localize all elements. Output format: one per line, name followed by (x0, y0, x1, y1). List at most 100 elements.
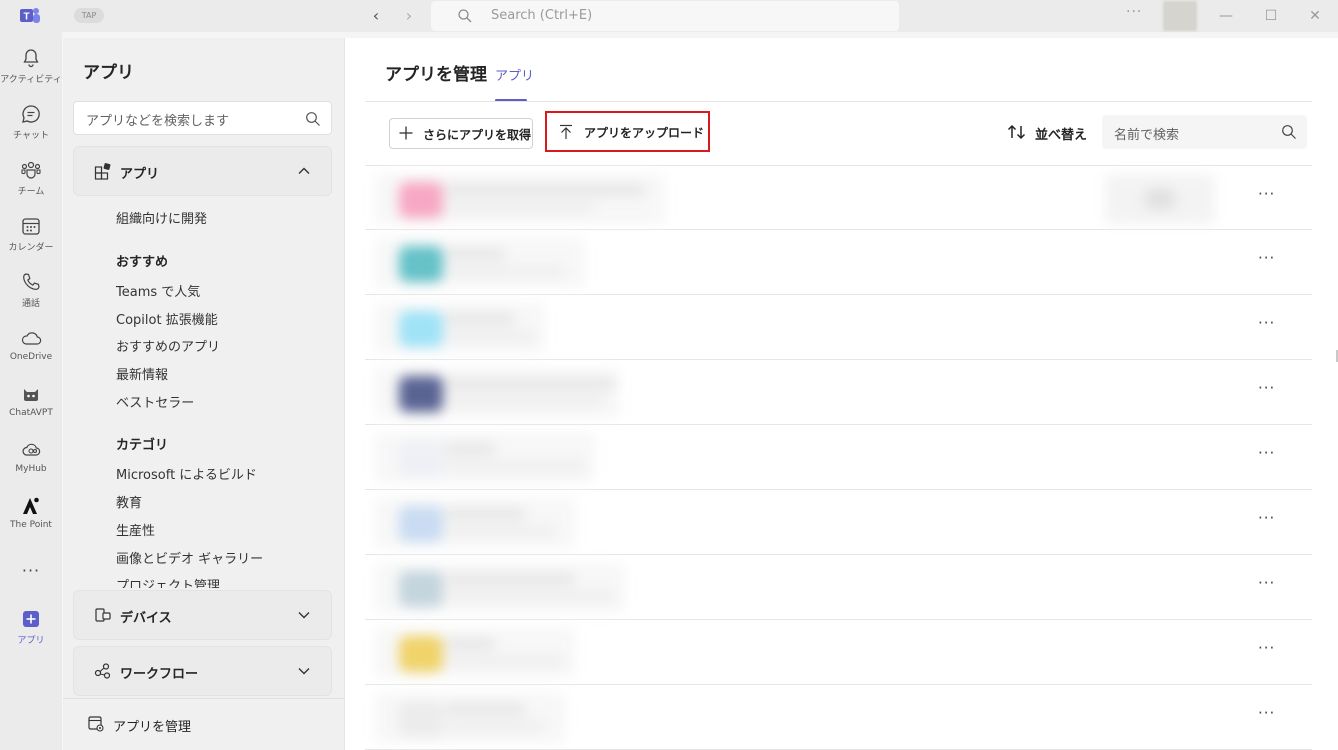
sort-arrows-icon (1007, 124, 1026, 140)
row-more-icon[interactable]: ··· (1258, 444, 1275, 462)
rail-item-teams[interactable]: チーム (0, 159, 62, 211)
more-options-icon[interactable]: ··· (1126, 4, 1142, 20)
heading-categories: カテゴリ (116, 438, 169, 453)
calendar-icon (22, 218, 40, 235)
manage-apps-label: アプリを管理 (113, 720, 192, 735)
nav-category-item[interactable]: 生産性 (116, 520, 155, 539)
nav-category-item[interactable]: プロジェクト管理 (116, 575, 220, 588)
nav-category-item[interactable]: 教育 (116, 492, 142, 511)
get-more-apps-label: さらにアプリを取得 (423, 128, 532, 142)
heading-recommended: おすすめ (116, 255, 169, 270)
rail-item-apps[interactable]: アプリ (0, 608, 62, 660)
global-search-input[interactable]: Search (Ctrl+E) (431, 1, 899, 31)
section-workflows[interactable]: ワークフロー (73, 646, 332, 696)
search-icon[interactable] (1281, 124, 1297, 140)
sidebar-search-input[interactable]: アプリなどを検索します (73, 101, 332, 135)
sidebar-title: アプリ (83, 63, 134, 83)
rail-label: MyHub (15, 464, 47, 474)
section-workflows-label: ワークフロー (120, 667, 199, 682)
search-icon[interactable] (305, 111, 321, 127)
app-row[interactable]: ··· (365, 620, 1312, 685)
rail-item-chat[interactable]: チャット (0, 103, 62, 155)
rail-more-icon[interactable]: ··· (0, 561, 62, 580)
close-button[interactable]: ✕ (1305, 6, 1325, 26)
upload-app-button[interactable]: アプリをアップロード (545, 111, 710, 152)
devices-icon (95, 608, 111, 622)
point-icon (23, 497, 39, 514)
nav-recommended-item[interactable]: ベストセラー (116, 392, 194, 411)
app-row[interactable]: ··· (365, 685, 1312, 750)
section-devices-label: デバイス (120, 611, 172, 626)
apps-grid-icon (94, 163, 111, 180)
chevron-down-icon[interactable] (297, 664, 311, 678)
sidebar-search-placeholder: アプリなどを検索します (86, 114, 230, 129)
plus-app-icon (23, 611, 39, 627)
row-more-icon[interactable]: ··· (1258, 249, 1275, 267)
forward-arrow-icon[interactable]: › (401, 7, 417, 25)
rail-item-calendar[interactable]: カレンダー (0, 215, 62, 267)
row-more-icon[interactable]: ··· (1258, 314, 1275, 332)
rail-label: ChatAVPT (9, 408, 53, 418)
rail-item-chatavpt[interactable]: ChatAVPT (0, 383, 62, 435)
rail-label: The Point (10, 520, 52, 530)
app-row[interactable]: ··· (365, 360, 1312, 425)
nav-recommended-item[interactable]: おすすめのアプリ (116, 336, 220, 355)
apps-sidebar: アプリ アプリなどを検索します アプリ 組織向けに開発 おすすめ Teams で… (63, 38, 344, 750)
teams-logo-icon[interactable]: T (18, 5, 42, 27)
sort-label: 並べ替え (1035, 128, 1088, 143)
header-divider (365, 101, 1312, 102)
phone-icon (23, 273, 40, 290)
upload-icon (560, 124, 572, 139)
manage-apps-panel: アプリを管理 アプリ さらにアプリを取得 アプリをアップロード 並べ替え 名前で… (344, 38, 1338, 750)
chat-icon (22, 105, 40, 123)
rail-item-onedrive[interactable]: OneDrive (0, 327, 62, 379)
teams-icon (21, 161, 41, 179)
bell-icon (23, 49, 39, 68)
nav-recommended-item[interactable]: Copilot 拡張機能 (116, 309, 218, 328)
app-row[interactable]: ··· (365, 230, 1312, 295)
minimize-button[interactable]: — (1216, 6, 1236, 26)
env-tag: TAP (74, 8, 104, 23)
section-apps[interactable]: アプリ (73, 146, 332, 196)
manage-apps-icon (88, 716, 104, 732)
tab-apps[interactable]: アプリ (495, 65, 534, 84)
get-more-apps-button[interactable]: さらにアプリを取得 (389, 118, 533, 149)
upload-app-label: アプリをアップロード (584, 126, 705, 140)
row-more-icon[interactable]: ··· (1258, 509, 1275, 527)
rail-label: チーム (17, 187, 45, 197)
app-row[interactable]: ··· (365, 425, 1312, 490)
name-search-input[interactable]: 名前で検索 (1102, 115, 1307, 149)
plus-icon (399, 126, 413, 140)
chevron-up-icon[interactable] (297, 164, 311, 178)
maximize-button[interactable]: ☐ (1261, 6, 1281, 26)
back-arrow-icon[interactable]: ‹ (368, 7, 384, 25)
rail-label: 通話 (21, 299, 40, 309)
chevron-down-icon[interactable] (297, 608, 311, 622)
nav-recommended-item[interactable]: Teams で人気 (116, 281, 200, 300)
rail-label: アプリ (17, 636, 45, 646)
manage-apps-link[interactable]: アプリを管理 (63, 698, 344, 750)
nav-build-for-org[interactable]: 組織向けに開発 (116, 208, 207, 227)
nav-category-item[interactable]: 画像とビデオ ギャラリー (116, 548, 263, 567)
app-row[interactable]: ··· (365, 490, 1312, 555)
workflow-icon (94, 663, 111, 679)
row-more-icon[interactable]: ··· (1258, 379, 1275, 397)
app-row[interactable]: ··· (365, 165, 1312, 230)
rail-item-activity[interactable]: アクティビティ (0, 47, 62, 99)
nav-category-item[interactable]: Microsoft によるビルド (116, 464, 257, 483)
nav-recommended-item[interactable]: 最新情報 (116, 364, 168, 383)
apps-nav-list: 組織向けに開発 おすすめ Teams で人気 Copilot 拡張機能 おすすめ… (73, 200, 332, 588)
svg-text:T: T (23, 12, 29, 23)
section-devices[interactable]: デバイス (73, 590, 332, 640)
app-row[interactable]: ··· (365, 555, 1312, 620)
avatar[interactable] (1163, 1, 1197, 31)
row-more-icon[interactable]: ··· (1258, 639, 1275, 657)
row-more-icon[interactable]: ··· (1258, 574, 1275, 592)
row-more-icon[interactable]: ··· (1258, 185, 1275, 203)
rail-item-the-point[interactable]: The Point (0, 495, 62, 547)
rail-item-calls[interactable]: 通話 (0, 271, 62, 323)
row-more-icon[interactable]: ··· (1258, 704, 1275, 722)
rail-label: アクティビティ (0, 75, 62, 85)
rail-item-myhub[interactable]: MyHub (0, 439, 62, 491)
app-row[interactable]: ··· (365, 295, 1312, 360)
